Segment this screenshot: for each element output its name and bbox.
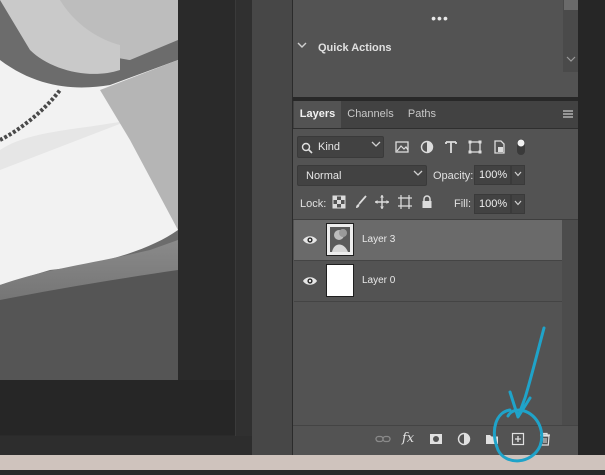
shape-filter-icon[interactable]: [466, 138, 484, 156]
canvas-photo: [0, 0, 178, 380]
blend-mode-value: Normal: [306, 170, 342, 182]
chevron-down-icon[interactable]: [297, 40, 311, 56]
canvas-horizontal-scrollbar[interactable]: [0, 436, 252, 455]
new-group-icon[interactable]: [484, 431, 500, 447]
filter-toggle-icon[interactable]: [512, 138, 530, 156]
dock-divider-strip: [252, 0, 293, 455]
canvas-vertical-scrollbar[interactable]: [235, 0, 253, 436]
layers-scrollbar[interactable]: [562, 220, 578, 425]
image-filter-icon[interactable]: [393, 138, 411, 156]
opacity-label: Opacity:: [433, 170, 474, 182]
layer-name[interactable]: Layer 0: [362, 275, 395, 286]
lock-all-icon[interactable]: [419, 194, 435, 210]
tab-channels[interactable]: Channels: [343, 101, 398, 128]
actions-scroll-thumb[interactable]: [564, 0, 578, 10]
lock-image-pixels-icon[interactable]: [353, 194, 369, 210]
tab-layers[interactable]: Layers: [294, 101, 341, 128]
adjustment-filter-icon[interactable]: [418, 138, 436, 156]
adjustment-layer-icon[interactable]: [456, 431, 472, 447]
lock-artboard-icon[interactable]: [397, 194, 413, 210]
tab-paths[interactable]: Paths: [400, 101, 444, 128]
layer-row-layer-3[interactable]: Layer 3: [294, 220, 562, 261]
eye-icon[interactable]: [302, 233, 318, 245]
fill-input[interactable]: 100%: [474, 194, 511, 214]
chevron-down-icon: [413, 168, 423, 181]
lock-position-icon[interactable]: [374, 194, 390, 210]
more-options-button[interactable]: •••: [420, 10, 460, 26]
lock-label: Lock:: [300, 198, 327, 210]
layer-name[interactable]: Layer 3: [362, 234, 395, 245]
background-strip: [0, 455, 605, 470]
panel-menu-icon[interactable]: [561, 107, 575, 121]
fill-dropdown-button[interactable]: [511, 194, 525, 214]
smart-object-filter-icon[interactable]: [490, 138, 508, 156]
fx-icon[interactable]: fx: [402, 431, 418, 447]
layer-thumbnail: [326, 223, 354, 256]
fill-label: Fill:: [454, 198, 472, 210]
filter-kind-label: Kind: [318, 141, 341, 153]
link-layers-icon[interactable]: [375, 431, 391, 447]
scroll-down-icon[interactable]: [563, 55, 578, 70]
layer-thumbnail: [326, 264, 354, 297]
layer-row-layer-0[interactable]: Layer 0: [294, 261, 562, 302]
opacity-dropdown-button[interactable]: [511, 165, 525, 185]
opacity-input[interactable]: 100%: [474, 165, 511, 185]
new-layer-icon[interactable]: [510, 431, 526, 447]
lock-transparent-pixels-icon[interactable]: [331, 194, 347, 210]
delete-layer-icon[interactable]: [537, 431, 553, 447]
search-icon: [301, 141, 313, 154]
quick-actions-label[interactable]: Quick Actions: [318, 42, 392, 54]
eye-icon[interactable]: [302, 274, 318, 286]
type-filter-icon[interactable]: [442, 138, 460, 156]
right-edge: [578, 0, 605, 455]
chevron-down-icon: [371, 139, 381, 152]
add-mask-icon[interactable]: [428, 431, 444, 447]
canvas-pasteboard: [0, 380, 235, 435]
